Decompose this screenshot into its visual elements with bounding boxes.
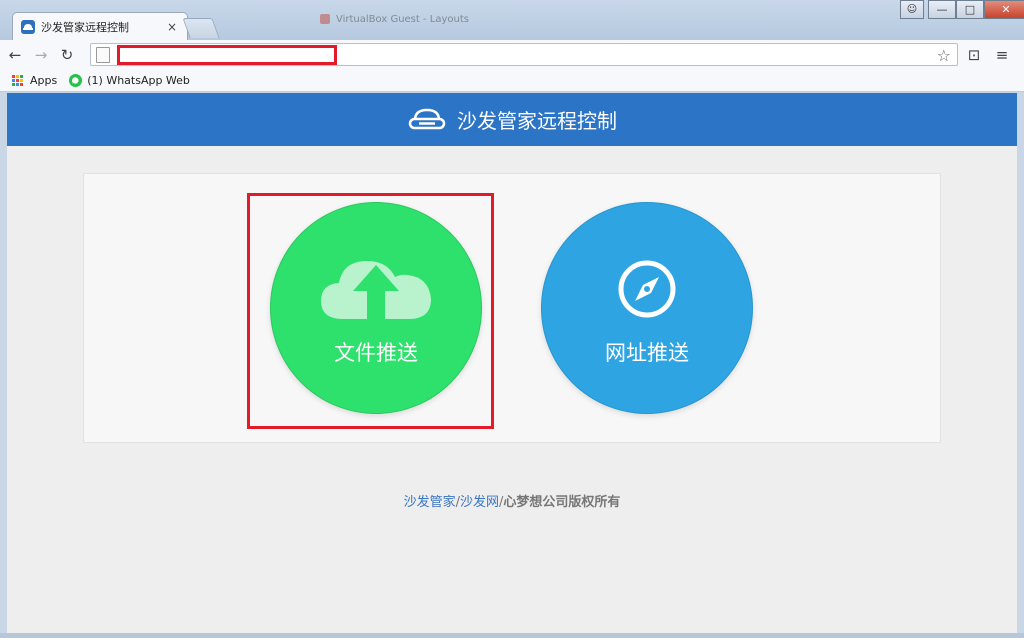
footer-link-sofa-manager[interactable]: 沙发管家 [404,495,456,510]
window-close-icon[interactable]: ✕ [984,0,1024,19]
file-push-label: 文件推送 [334,341,418,365]
url-push-label: 网址推送 [605,341,689,365]
bookmark-whatsapp[interactable]: (1) WhatsApp Web [69,74,190,87]
bookmark-label: (1) WhatsApp Web [87,74,190,87]
background-tab-ghost: VirtualBox Guest - Layouts [320,12,480,26]
extension-icon[interactable]: ⊡ [964,45,984,65]
bookmarks-bar: Apps (1) WhatsApp Web [0,70,1024,92]
file-push-button[interactable]: 文件推送 [270,202,482,414]
window-bottom-border [0,633,1024,638]
sofa-icon [408,108,446,129]
browser-toolbar: ← → ↻ ☆ [0,40,1024,70]
reload-icon[interactable]: ↻ [56,44,78,66]
sofa-favicon-icon [21,19,35,34]
bookmark-star-icon[interactable]: ☆ [937,46,951,65]
window-controls: — □ ✕ [928,0,1024,20]
forward-arrow-icon[interactable]: → [30,44,52,66]
user-profile-icon[interactable]: ☺ [900,0,924,19]
footer-copyright: 心梦想公司版权所有 [503,495,621,510]
apps-grid-icon [12,74,24,87]
page-content: 沙发管家远程控制 文件推送 网址推送 沙发管家/沙发网/心梦想公司版权所有 [7,93,1017,633]
menu-icon[interactable]: ≡ [992,45,1012,65]
ghost-tab-title: VirtualBox Guest - Layouts [336,13,469,25]
url-push-button[interactable]: 网址推送 [541,202,753,414]
ghost-tab-favicon-icon [320,14,330,24]
actions-panel: 文件推送 网址推送 [83,173,941,443]
tab-close-icon[interactable]: × [165,20,179,34]
back-arrow-icon[interactable]: ← [4,44,26,66]
bookmark-apps[interactable]: Apps [12,74,57,87]
maximize-icon[interactable]: □ [956,0,984,19]
tab-title: 沙发管家远程控制 [41,20,129,34]
cloud-upload-icon [321,261,431,323]
whatsapp-icon [69,74,83,87]
footer: 沙发管家/沙发网/心梦想公司版权所有 [7,491,1017,510]
compass-icon [618,260,676,318]
app-header: 沙发管家远程控制 [7,93,1017,146]
browser-tab-active[interactable]: 沙发管家远程控制 × [12,12,188,40]
page-icon [96,46,110,63]
footer-link-sofa-net[interactable]: 沙发网 [460,495,499,510]
page-title: 沙发管家远程控制 [457,109,617,133]
minimize-icon[interactable]: — [928,0,956,19]
url-input[interactable] [117,45,337,65]
omnibox: ☆ [90,43,958,66]
bookmark-label: Apps [30,74,58,87]
